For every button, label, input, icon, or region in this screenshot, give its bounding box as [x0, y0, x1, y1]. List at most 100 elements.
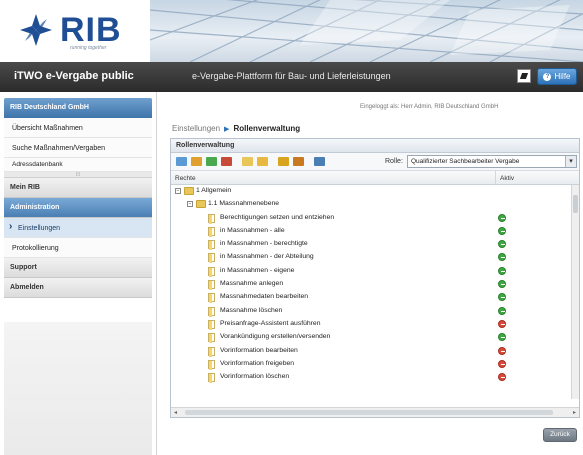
sidebar-item-overview[interactable]: Übersicht Maßnahmen — [4, 118, 152, 138]
sidebar-item-address-db[interactable]: Adressdatenbank — [4, 158, 152, 172]
inactive-minus-icon[interactable] — [498, 359, 506, 368]
column-header-rechte[interactable]: Rechte — [171, 171, 496, 184]
vertical-scrollbar-thumb[interactable] — [573, 195, 578, 213]
horizontal-scrollbar-thumb[interactable] — [185, 410, 553, 415]
tree-item-label: Vorinformation freigeben — [220, 359, 295, 367]
tree-permission-row[interactable]: Massnahme anlegen — [171, 278, 579, 291]
active-check-icon[interactable] — [498, 333, 506, 342]
key-add-icon[interactable] — [277, 155, 290, 168]
active-check-icon[interactable] — [498, 226, 506, 235]
panel-title: Rollenverwaltung — [171, 139, 579, 153]
breadcrumb: Einstellungen ▶ Rollenverwaltung — [172, 124, 300, 133]
sidebar-group-administration[interactable]: Administration — [4, 198, 152, 218]
permission-icon — [208, 240, 215, 251]
tree-permission-row[interactable]: in Massnahmen - der Abteilung — [171, 251, 579, 264]
sidebar-group-my-rib[interactable]: Mein RIB — [4, 178, 152, 198]
tree-item-label: in Massnahmen - der Abteilung — [220, 253, 314, 261]
user-add-icon[interactable] — [175, 155, 188, 168]
role-select[interactable]: Qualifizierter Sachbearbeiter Vergabe ▾ — [407, 155, 577, 168]
app-subtitle: e-Vergabe-Plattform für Bau- und Lieferl… — [192, 71, 391, 81]
permission-icon — [208, 280, 215, 291]
collapse-icon[interactable]: − — [187, 201, 193, 208]
back-button[interactable]: Zurück — [543, 428, 577, 442]
tree-item-label: Preisanfrage-Assistent ausführen — [220, 319, 321, 327]
folder-icon — [184, 187, 194, 195]
inactive-minus-icon[interactable] — [498, 346, 506, 355]
permission-icon — [208, 226, 215, 237]
horizontal-scrollbar[interactable]: ◂ ▸ — [171, 407, 579, 417]
folder-open-icon[interactable] — [256, 155, 269, 168]
tree-permission-row[interactable]: in Massnahmen - berechtigte — [171, 238, 579, 251]
user-delete-icon[interactable] — [220, 155, 233, 168]
window-toggle-icon[interactable] — [517, 69, 531, 83]
active-check-icon[interactable] — [498, 306, 506, 315]
tree-item-label: Massnahme anlegen — [220, 280, 284, 288]
tree-folder-row[interactable]: − 1 Allgemein — [171, 185, 579, 198]
permission-icon — [208, 293, 215, 304]
tree-permission-row[interactable]: Massnahme löschen — [171, 305, 579, 318]
tree-permission-row[interactable]: in Massnahmen - eigene — [171, 265, 579, 278]
permission-icon — [208, 333, 215, 344]
tree-item-label: Vorinformation bearbeiten — [220, 346, 298, 354]
sidebar: RIB Deutschland GmbH Übersicht Maßnahmen… — [0, 92, 157, 455]
folder-icon — [196, 200, 206, 209]
tree-folder-row[interactable]: − 1.1 Massnahmenebene — [171, 198, 579, 211]
sidebar-fill — [4, 322, 152, 455]
help-button[interactable]: ? Hilfe — [537, 68, 577, 85]
scroll-right-icon[interactable]: ▸ — [573, 409, 576, 416]
breadcrumb-arrow-icon: ▶ — [224, 125, 230, 133]
scroll-left-icon[interactable]: ◂ — [174, 409, 177, 416]
active-check-icon[interactable] — [498, 293, 506, 302]
sidebar-company-header: RIB Deutschland GmbH — [4, 98, 152, 118]
role-select-value: Qualifizierter Sachbearbeiter Vergabe — [411, 158, 520, 165]
sidebar-item-search[interactable]: Suche Maßnahmen/Vergaben — [4, 138, 152, 158]
tree-item-label: 1 Allgemein — [196, 187, 232, 194]
role-management-panel: Rollenverwaltung Rolle: Qualifizierter S… — [170, 138, 580, 418]
breadcrumb-settings[interactable]: Einstellungen — [172, 124, 220, 133]
chevron-down-icon[interactable]: ▾ — [565, 156, 576, 167]
permission-icon — [208, 253, 215, 264]
vertical-scrollbar[interactable] — [571, 185, 579, 399]
permission-icon — [208, 319, 215, 330]
active-check-icon[interactable] — [498, 266, 506, 275]
tree-permission-row[interactable]: Preisanfrage-Assistent ausführen — [171, 318, 579, 331]
active-check-icon[interactable] — [498, 213, 506, 222]
tree-permission-row[interactable]: Vorinformation freigeben — [171, 358, 579, 371]
logo-wordmark: RIB — [60, 11, 122, 49]
permission-icon — [208, 359, 215, 370]
logged-in-info: Eingeloggt als: Herr Admin, RIB Deutschl… — [360, 104, 499, 110]
sidebar-item-settings[interactable]: Einstellungen — [4, 218, 152, 238]
sidebar-item-logging[interactable]: Protokollierung — [4, 238, 152, 258]
collapse-icon[interactable]: − — [175, 188, 181, 194]
column-header-aktiv[interactable]: Aktiv — [496, 171, 569, 184]
permission-icon — [208, 306, 215, 317]
help-icon: ? — [543, 72, 552, 81]
sidebar-group-support[interactable]: Support — [4, 258, 152, 278]
active-check-icon[interactable] — [498, 240, 506, 249]
export-icon[interactable] — [313, 155, 326, 168]
sidebar-group-logout[interactable]: Abmelden — [4, 278, 152, 298]
tree-item-label: 1.1 Massnahmenebene — [208, 200, 280, 208]
tree-permission-row[interactable]: Vorinformation bearbeiten — [171, 345, 579, 358]
user-copy-icon[interactable] — [205, 155, 218, 168]
key-remove-icon[interactable] — [292, 155, 305, 168]
header-glass-image — [150, 0, 583, 62]
tree-permission-row[interactable]: Vorinformation löschen — [171, 371, 579, 384]
tree-permission-row[interactable]: Massnahmedaten bearbeiten — [171, 291, 579, 304]
permission-icon — [208, 373, 215, 384]
role-label: Rolle: — [385, 158, 403, 165]
user-edit-icon[interactable] — [190, 155, 203, 168]
permission-icon — [208, 213, 215, 224]
tree-permission-row[interactable]: Vorankündigung erstellen/versenden — [171, 331, 579, 344]
inactive-minus-icon[interactable] — [498, 319, 506, 328]
rib-logo: RIB — [16, 10, 122, 50]
tree-permission-row[interactable]: in Massnahmen - alle — [171, 225, 579, 238]
tree-permission-row[interactable]: Berechtigungen setzen und entziehen — [171, 212, 579, 225]
inactive-minus-icon[interactable] — [498, 373, 506, 382]
tree-item-label: in Massnahmen - eigene — [220, 266, 295, 274]
active-check-icon[interactable] — [498, 280, 506, 289]
active-check-icon[interactable] — [498, 253, 506, 262]
logo-tagline: running together — [70, 45, 107, 51]
folder-icon[interactable] — [241, 155, 254, 168]
breadcrumb-current: Rollenverwaltung — [233, 124, 301, 133]
